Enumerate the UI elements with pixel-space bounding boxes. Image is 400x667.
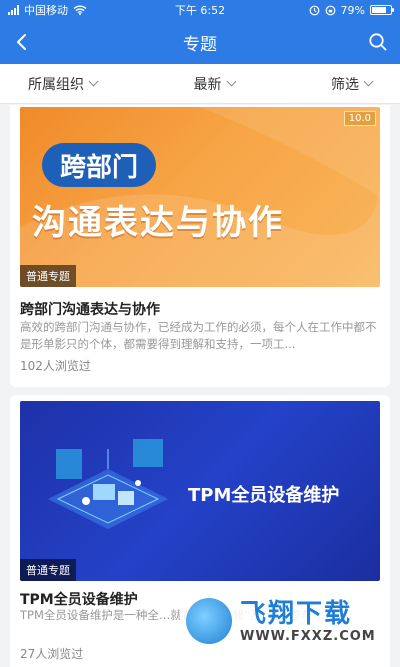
topic-cover-image: TPM全员设备维护 普通专题 (20, 401, 380, 581)
watermark-url: WWW.FXXZ.COM (240, 628, 376, 644)
topic-type-badge: 普通专题 (20, 265, 76, 287)
carrier-label: 中国移动 (24, 4, 68, 17)
topic-description: 高效的跨部门沟通与协作，已经成为工作的必须，每个人在工作中都不是形单影只的个体，… (20, 320, 377, 351)
battery-percent: 79% (340, 3, 365, 17)
back-button[interactable] (8, 28, 36, 56)
topic-list: 10.0 跨部门 沟通表达与协作 普通专题 跨部门沟通表达与协作 高效的跨部门沟… (0, 105, 400, 667)
topic-card[interactable]: 10.0 跨部门 沟通表达与协作 普通专题 跨部门沟通表达与协作 高效的跨部门沟… (10, 105, 390, 387)
chevron-down-icon (88, 76, 99, 87)
topic-cover-image: 10.0 跨部门 沟通表达与协作 普通专题 (20, 107, 380, 287)
page-title: 专题 (183, 34, 217, 55)
watermark: 飞翔下载 WWW.FXXZ.COM (180, 592, 390, 650)
cover-headline: 沟通表达与协作 (32, 203, 284, 243)
battery-icon (370, 5, 394, 15)
chevron-left-icon (17, 34, 26, 50)
equipment-illustration (48, 439, 168, 529)
watermark-title: 飞翔下载 (240, 598, 353, 629)
score-badge: 10.0 (343, 111, 376, 126)
view-count: 27人浏览过 (20, 647, 84, 661)
filter-label: 所属组织 (28, 76, 84, 93)
filter-label: 最新 (193, 76, 222, 93)
chevron-down-icon (363, 76, 374, 87)
topic-type-badge: 普通专题 (20, 559, 76, 581)
filter-sort-latest[interactable]: 最新 (193, 74, 236, 94)
filter-organization[interactable]: 所属组织 (28, 74, 99, 94)
topic-title: TPM全员设备维护 (20, 592, 138, 608)
battery-level (372, 7, 387, 13)
cover-pill-text: 跨部门 (42, 143, 157, 187)
filter-screen[interactable]: 筛选 (331, 74, 374, 94)
search-icon (369, 33, 387, 51)
topic-title: 跨部门沟通表达与协作 (20, 302, 160, 318)
rotation-lock-icon (325, 5, 335, 15)
signal-icon (8, 5, 19, 15)
chevron-down-icon (226, 76, 236, 87)
nav-bar: 专题 (0, 20, 400, 64)
view-count: 102人浏览过 (20, 359, 91, 373)
filter-bar: 所属组织 最新 筛选 (0, 64, 400, 104)
alarm-icon (309, 5, 319, 15)
filter-label: 筛选 (331, 76, 359, 93)
watermark-logo-icon (186, 598, 232, 644)
cover-title: TPM全员设备维护 (188, 485, 340, 506)
status-bar: 中国移动 下午 6:52 79% (0, 0, 400, 20)
wifi-icon (73, 5, 87, 15)
search-button[interactable] (364, 28, 392, 56)
